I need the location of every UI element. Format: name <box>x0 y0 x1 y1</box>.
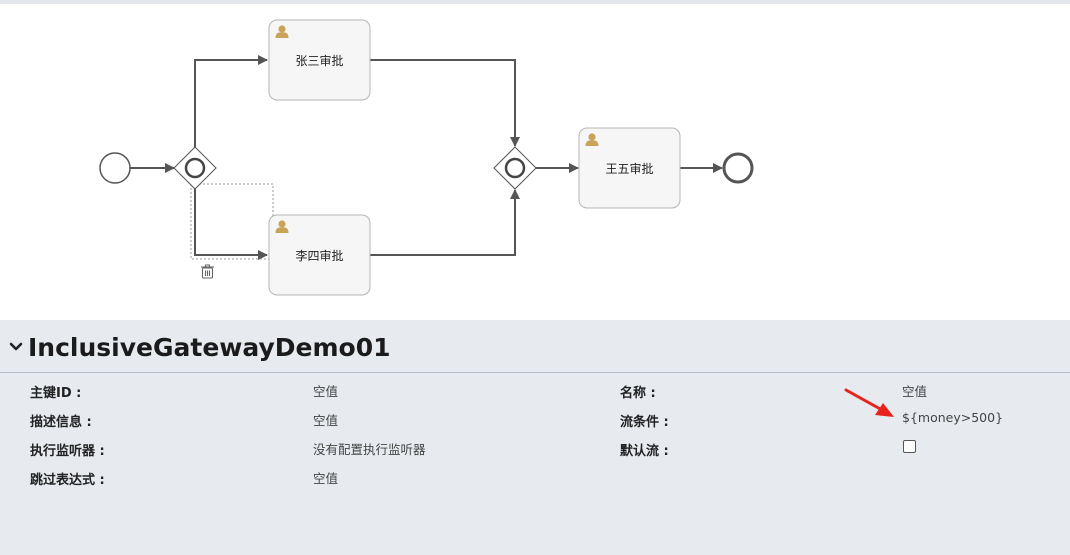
inclusive-gateway-join[interactable] <box>493 146 537 190</box>
flow-zhangsan-to-join[interactable] <box>370 59 520 147</box>
flow-lisi-to-join[interactable] <box>370 189 520 256</box>
selected-flow-outline <box>190 183 274 260</box>
task-label: 李四审批 <box>295 248 343 263</box>
flow-gateway-to-zhangsan[interactable] <box>194 55 268 148</box>
annotation-arrow-icon <box>844 388 894 417</box>
value-name[interactable]: 空值 <box>902 381 927 400</box>
value-execution-listeners[interactable]: 没有配置执行监听器 <box>313 439 426 458</box>
value-skip-expression[interactable]: 空值 <box>313 468 338 487</box>
chevron-down-icon[interactable] <box>8 339 24 355</box>
user-task-zhangsan[interactable]: 张三审批 <box>268 19 371 101</box>
value-description[interactable]: 空值 <box>313 410 338 429</box>
trash-icon[interactable] <box>201 264 214 279</box>
bpmn-diagram[interactable]: 张三审批 李四审批 王五审批 <box>0 4 1070 320</box>
task-label: 王五审批 <box>605 161 653 176</box>
divider <box>0 372 1070 373</box>
process-diagram-canvas[interactable]: 张三审批 李四审批 王五审批 <box>0 4 1070 320</box>
flow-gateway-to-lisi[interactable] <box>194 188 268 260</box>
default-flow-checkbox[interactable] <box>903 440 916 453</box>
user-task-wangwu[interactable]: 王五审批 <box>578 127 681 209</box>
value-flow-condition[interactable]: ${money>500} <box>902 410 1003 425</box>
label-skip-expression: 跳过表达式 : <box>30 473 105 488</box>
label-default-flow: 默认流 : <box>620 444 669 459</box>
start-event[interactable] <box>99 152 131 184</box>
properties-header[interactable]: InclusiveGatewayDemo01 <box>8 330 391 364</box>
properties-title: InclusiveGatewayDemo01 <box>28 332 391 362</box>
user-task-lisi[interactable]: 李四审批 <box>268 214 371 296</box>
inclusive-gateway-fork[interactable] <box>173 146 217 190</box>
label-flow-condition: 流条件 : <box>620 415 669 430</box>
value-id[interactable]: 空值 <box>313 381 338 400</box>
task-label: 张三审批 <box>295 53 343 68</box>
label-name: 名称 : <box>620 386 656 401</box>
label-execution-listeners: 执行监听器 : <box>30 444 105 459</box>
label-id: 主键ID : <box>30 386 82 401</box>
end-event[interactable] <box>722 152 754 184</box>
label-description: 描述信息 : <box>30 415 92 430</box>
properties-panel: InclusiveGatewayDemo01 主键ID : 空值 描述信息 : … <box>0 320 1070 555</box>
